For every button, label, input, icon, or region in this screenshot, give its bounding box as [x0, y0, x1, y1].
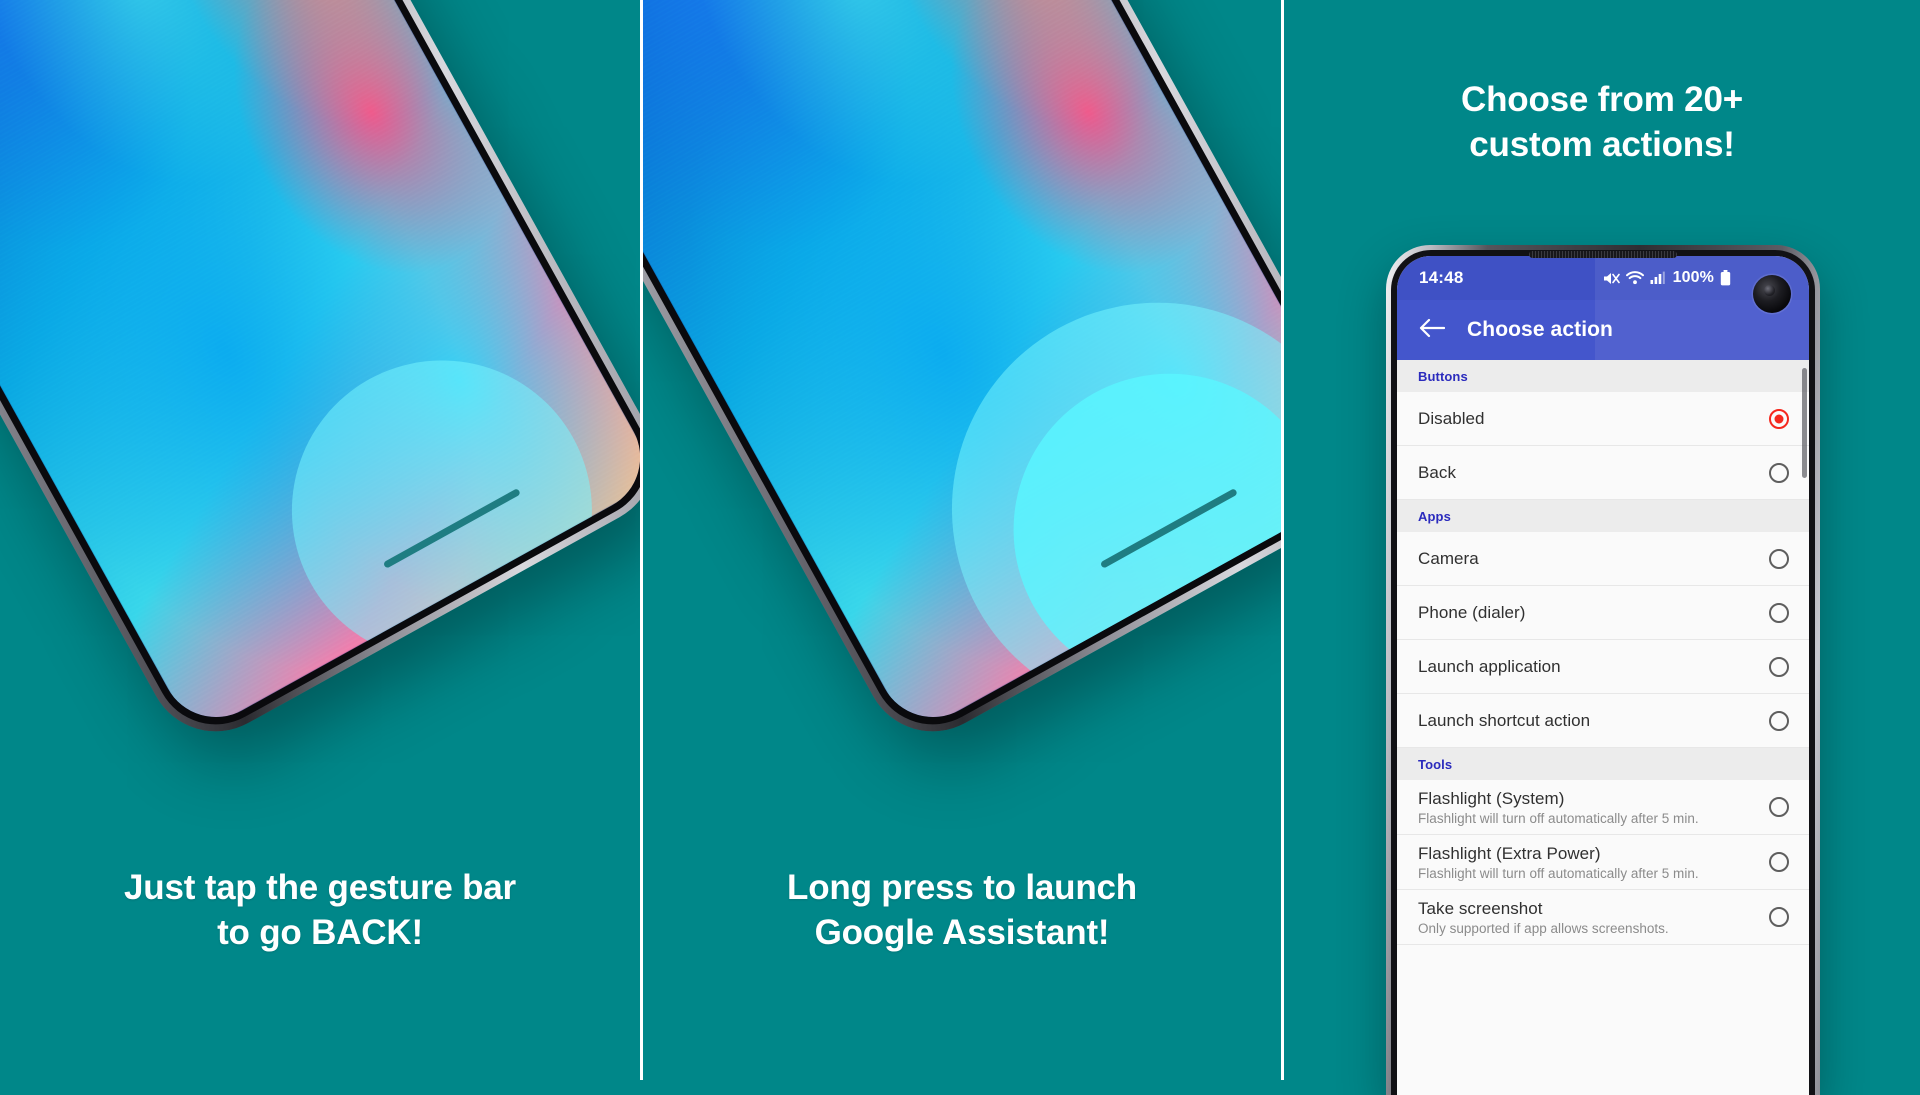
row-text-group: Camera	[1418, 549, 1479, 569]
action-list-row[interactable]: Camera	[1397, 532, 1809, 586]
row-title: Back	[1418, 462, 1456, 482]
page-title: Choose action	[1467, 318, 1613, 341]
battery-percent-label: 100%	[1672, 269, 1714, 286]
phone-mockup-3: 14:48 100% Choose action Buttons Disable…	[1386, 245, 1820, 1095]
row-text-group: Disabled	[1418, 409, 1485, 429]
panel-divider	[1281, 0, 1284, 1080]
caption-line: to go BACK!	[217, 912, 423, 952]
panel-caption-2: Long press to launch Google Assistant!	[643, 866, 1281, 956]
row-text-group: Take screenshot Only supported if app all…	[1418, 899, 1669, 936]
action-list[interactable]: Buttons Disabled Back Apps Camera Phone (dial…	[1397, 360, 1809, 1095]
phone-mockup-1	[0, 0, 640, 794]
phone-screen	[0, 0, 640, 737]
radio-button[interactable]	[1769, 656, 1789, 677]
row-title: Phone (dialer)	[1418, 602, 1526, 622]
back-arrow-icon[interactable]	[1419, 318, 1446, 343]
radio-button-selected[interactable]	[1769, 408, 1789, 429]
row-title: Flashlight (System)	[1418, 788, 1565, 808]
section-header: Tools	[1397, 748, 1809, 780]
wifi-icon	[1625, 271, 1644, 285]
phone-frame	[0, 0, 640, 756]
caption-line: Long press to launch	[787, 868, 1137, 907]
phone-frame: 14:48 100% Choose action Buttons Disable…	[1386, 245, 1820, 1095]
front-camera-punch-hole	[1753, 275, 1791, 313]
row-title: Take screenshot	[1418, 898, 1543, 918]
caption-line: Just tap the gesture bar	[124, 868, 516, 907]
battery-icon	[1720, 270, 1731, 286]
headline-line: Choose from 20+	[1461, 80, 1743, 119]
signal-icon	[1650, 271, 1665, 285]
row-title: Launch shortcut action	[1418, 710, 1591, 730]
row-title: Flashlight (Extra Power)	[1418, 843, 1601, 863]
row-title: Launch application	[1418, 656, 1561, 676]
action-list-row[interactable]: Launch shortcut action	[1397, 694, 1809, 748]
phone-bezel: 14:48 100% Choose action Buttons Disable…	[1391, 250, 1815, 1095]
headline-line: custom actions!	[1469, 124, 1735, 164]
row-title: Disabled	[1418, 408, 1485, 428]
radio-button[interactable]	[1769, 852, 1789, 872]
phone-screen	[643, 0, 1281, 737]
row-subtitle: Only supported if app allows screenshots…	[1418, 920, 1669, 936]
row-subtitle: Flashlight will turn off automatically a…	[1418, 865, 1699, 881]
action-list-row[interactable]: Disabled	[1397, 392, 1809, 446]
panel-divider	[640, 0, 643, 1080]
radio-button[interactable]	[1769, 710, 1789, 731]
app-bar: Choose action	[1397, 300, 1809, 360]
screenshot-stage: Just tap the gesture bar to go BACK! Lon…	[0, 0, 1920, 1095]
row-text-group: Flashlight (System) Flashlight will turn …	[1418, 789, 1699, 826]
phone-frame	[643, 0, 1281, 756]
scrollbar-thumb[interactable]	[1802, 368, 1807, 478]
radio-button[interactable]	[1769, 462, 1789, 483]
mute-icon	[1603, 271, 1620, 286]
earpiece-speaker	[1529, 251, 1677, 258]
radio-button[interactable]	[1769, 548, 1789, 569]
row-title: Camera	[1418, 548, 1479, 568]
phone-mockup-2	[643, 0, 1281, 794]
radio-button[interactable]	[1769, 602, 1789, 623]
panel-longpress-assistant: Long press to launch Google Assistant!	[643, 0, 1281, 1080]
phone-bezel	[0, 0, 640, 747]
row-text-group: Back	[1418, 463, 1456, 483]
panel-caption-1: Just tap the gesture bar to go BACK!	[0, 866, 640, 956]
row-text-group: Phone (dialer)	[1418, 603, 1525, 623]
action-list-row[interactable]: Phone (dialer)	[1397, 586, 1809, 640]
action-list-row[interactable]: Flashlight (Extra Power) Flashlight will …	[1397, 835, 1809, 890]
wallpaper-image	[0, 0, 640, 737]
action-list-row[interactable]: Back	[1397, 446, 1809, 500]
action-list-row[interactable]: Take screenshot Only supported if app all…	[1397, 890, 1809, 945]
panel-headline: Choose from 20+ custom actions!	[1284, 78, 1920, 168]
section-header: Apps	[1397, 500, 1809, 532]
caption-line: Google Assistant!	[814, 912, 1110, 952]
status-bar: 14:48 100%	[1397, 256, 1809, 300]
status-time: 14:48	[1419, 268, 1464, 287]
action-list-row[interactable]: Flashlight (System) Flashlight will turn …	[1397, 780, 1809, 835]
radio-button[interactable]	[1769, 797, 1789, 817]
row-text-group: Launch shortcut action	[1418, 711, 1590, 731]
panel-tap-gesture: Just tap the gesture bar to go BACK!	[0, 0, 640, 1080]
action-list-row[interactable]: Launch application	[1397, 640, 1809, 694]
radio-button[interactable]	[1769, 907, 1789, 927]
row-text-group: Launch application	[1418, 657, 1561, 677]
phone-bezel	[643, 0, 1281, 747]
row-text-group: Flashlight (Extra Power) Flashlight will …	[1418, 844, 1699, 881]
section-header: Buttons	[1397, 360, 1809, 392]
row-subtitle: Flashlight will turn off automatically a…	[1418, 810, 1699, 826]
phone-screen: 14:48 100% Choose action Buttons Disable…	[1397, 256, 1809, 1095]
